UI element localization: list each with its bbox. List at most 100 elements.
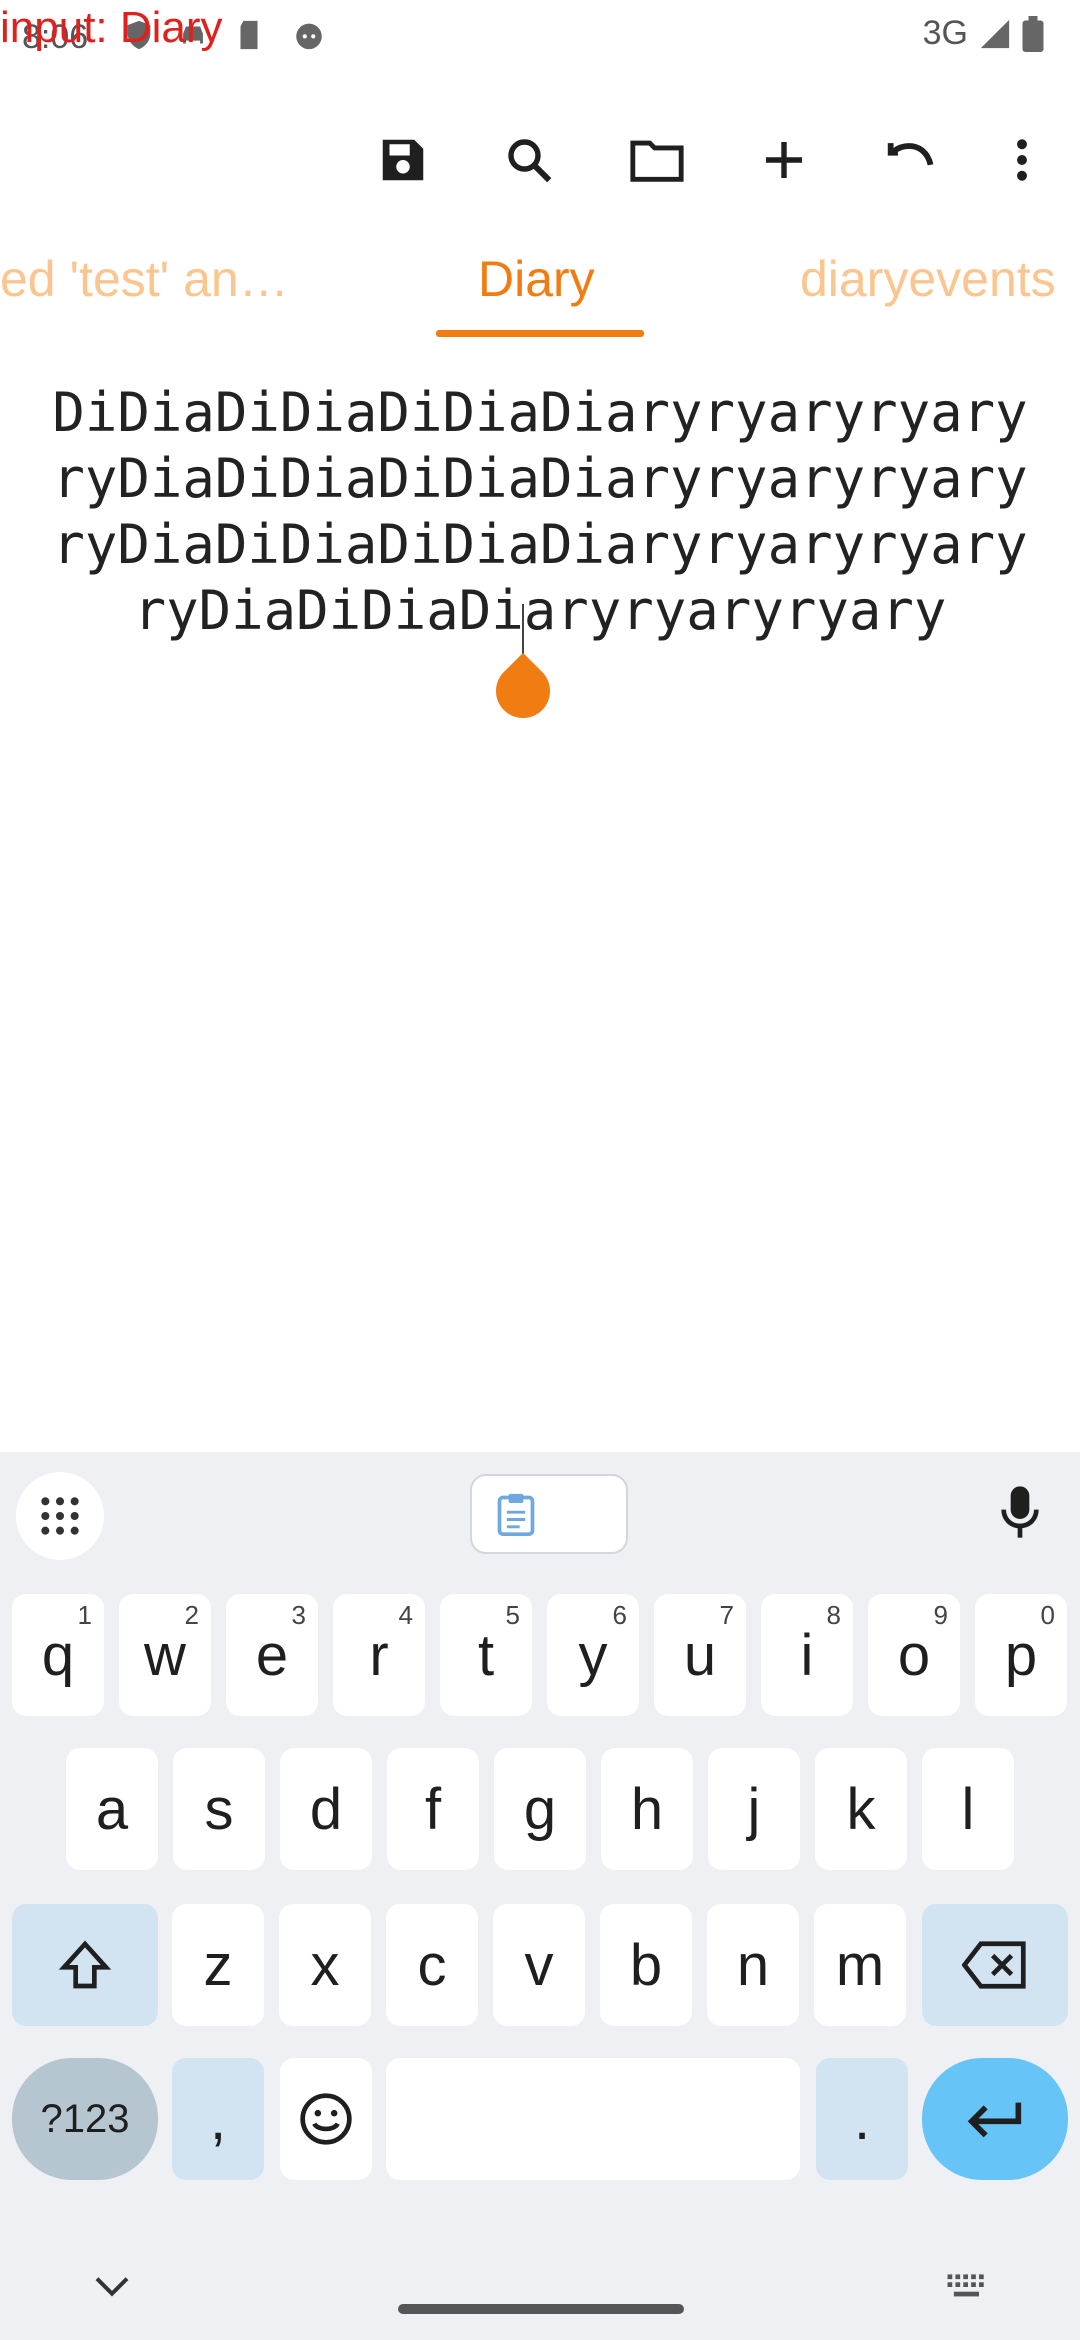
key-a[interactable]: a xyxy=(66,1748,158,1870)
key-hint: 6 xyxy=(612,1600,627,1630)
search-icon xyxy=(508,139,552,183)
key-z[interactable]: z xyxy=(172,1904,264,2026)
text-editor[interactable]: DiDiaDiDiaDiDiaDiaryryaryryary ryDiaDiDi… xyxy=(0,380,1080,644)
key-d[interactable]: d xyxy=(280,1748,372,1870)
android-icon xyxy=(296,23,322,50)
emoji-key[interactable] xyxy=(280,2058,372,2180)
editor-line: DiDiaDiDiaDiDiaDiaryryaryryary xyxy=(52,381,1028,444)
key-i[interactable]: i8 xyxy=(761,1594,853,1716)
key-k[interactable]: k xyxy=(815,1748,907,1870)
cursor-handle[interactable] xyxy=(484,652,562,730)
more-vert-icon xyxy=(1017,139,1027,181)
tab-previous[interactable]: ed 'test' an… xyxy=(0,250,289,308)
key-w[interactable]: w2 xyxy=(119,1594,211,1716)
key-o[interactable]: o9 xyxy=(868,1594,960,1716)
period-key[interactable]: . xyxy=(816,2058,908,2180)
enter-key[interactable] xyxy=(922,2058,1068,2180)
key-q[interactable]: q1 xyxy=(12,1594,104,1716)
key-hint: 9 xyxy=(933,1600,948,1630)
editor-line: ryDiaDiDiaDiaryryaryryary xyxy=(133,579,947,642)
key-s[interactable]: s xyxy=(173,1748,265,1870)
status-right: 3G xyxy=(923,14,1044,53)
key-y[interactable]: y6 xyxy=(547,1594,639,1716)
key-e[interactable]: e3 xyxy=(226,1594,318,1716)
save-button[interactable] xyxy=(371,128,435,192)
key-label: q xyxy=(41,1622,75,1688)
key-hint: 3 xyxy=(291,1600,306,1630)
keyboard-bottom-bar xyxy=(0,2242,1080,2340)
symbols-key[interactable]: ?123 xyxy=(12,2058,158,2180)
key-t[interactable]: t5 xyxy=(440,1594,532,1716)
keyboard-switch-icon[interactable] xyxy=(946,2272,990,2302)
key-r[interactable]: r4 xyxy=(333,1594,425,1716)
grid-icon xyxy=(41,1497,79,1535)
more-options-button[interactable] xyxy=(990,128,1054,192)
comma-key[interactable]: , xyxy=(172,2058,264,2180)
mic-icon xyxy=(1001,1486,1039,1538)
key-label: w xyxy=(144,1622,186,1688)
new-file-button[interactable] xyxy=(752,128,816,192)
key-b[interactable]: b xyxy=(600,1904,692,2026)
key-g[interactable]: g xyxy=(494,1748,586,1870)
debug-input-label: input: Diary xyxy=(0,3,223,52)
search-button[interactable] xyxy=(497,128,561,192)
battery-icon xyxy=(1022,15,1044,52)
keyboard-toolbar xyxy=(0,1452,1080,1570)
enter-icon xyxy=(967,2102,1022,2138)
key-label: u xyxy=(683,1622,717,1688)
clipboard-button[interactable] xyxy=(470,1474,628,1554)
key-hint: 0 xyxy=(1040,1600,1055,1630)
soft-keyboard: q1w2e3r4t5y6u7i8o9p0 asdfghjkl zxcvbnm ?… xyxy=(0,1452,1080,2340)
folder-icon xyxy=(630,140,684,182)
key-f[interactable]: f xyxy=(387,1748,479,1870)
add-icon xyxy=(766,142,802,178)
undo-icon xyxy=(887,143,934,166)
editor-line: ryDiaDiDiaDiDiaDiaryryaryryary xyxy=(52,447,1028,510)
open-folder-button[interactable] xyxy=(625,128,689,192)
tab-diary[interactable]: Diary xyxy=(478,250,595,308)
file-tabs: ed 'test' an… Diary diaryevents xyxy=(0,230,1080,340)
key-hint: 2 xyxy=(184,1600,199,1630)
key-p[interactable]: p0 xyxy=(975,1594,1067,1716)
key-hint: 1 xyxy=(77,1600,92,1630)
voice-input-button[interactable] xyxy=(990,1482,1050,1542)
space-key[interactable] xyxy=(386,2058,800,2180)
shift-icon xyxy=(58,1940,112,1989)
keyboard-menu-button[interactable] xyxy=(16,1472,104,1560)
key-v[interactable]: v xyxy=(493,1904,585,2026)
key-c[interactable]: c xyxy=(386,1904,478,2026)
home-gesture-bar[interactable] xyxy=(398,2304,684,2314)
backspace-icon xyxy=(962,1941,1026,1989)
toolbar xyxy=(0,108,1080,208)
editor-line: ryDiaDiDiaDiDiaDiaryryaryryary xyxy=(52,513,1028,576)
hide-keyboard-chevron-icon[interactable] xyxy=(92,2272,132,2302)
key-label: t xyxy=(477,1622,495,1688)
key-label: i xyxy=(800,1622,814,1688)
key-j[interactable]: j xyxy=(708,1748,800,1870)
key-l[interactable]: l xyxy=(922,1748,1014,1870)
sd-card-icon xyxy=(240,20,258,50)
key-m[interactable]: m xyxy=(814,1904,906,2026)
tab-diaryevents[interactable]: diaryevents xyxy=(800,250,1056,308)
undo-button[interactable] xyxy=(878,128,942,192)
save-icon xyxy=(382,139,424,181)
active-tab-indicator xyxy=(436,330,644,337)
key-hint: 5 xyxy=(505,1600,520,1630)
signal-icon xyxy=(980,19,1010,48)
emoji-icon xyxy=(300,2093,352,2145)
key-hint: 7 xyxy=(719,1600,734,1630)
key-label: o xyxy=(897,1622,931,1688)
key-x[interactable]: x xyxy=(279,1904,371,2026)
key-label: y xyxy=(578,1622,608,1688)
key-label: r xyxy=(369,1622,389,1688)
key-u[interactable]: u7 xyxy=(654,1594,746,1716)
shift-key[interactable] xyxy=(12,1904,158,2026)
network-type: 3G xyxy=(922,14,968,52)
key-hint: 4 xyxy=(398,1600,413,1630)
key-n[interactable]: n xyxy=(707,1904,799,2026)
clipboard-icon xyxy=(497,1493,535,1536)
key-label: e xyxy=(255,1622,289,1688)
key-hint: 8 xyxy=(826,1600,841,1630)
key-h[interactable]: h xyxy=(601,1748,693,1870)
backspace-key[interactable] xyxy=(922,1904,1068,2026)
